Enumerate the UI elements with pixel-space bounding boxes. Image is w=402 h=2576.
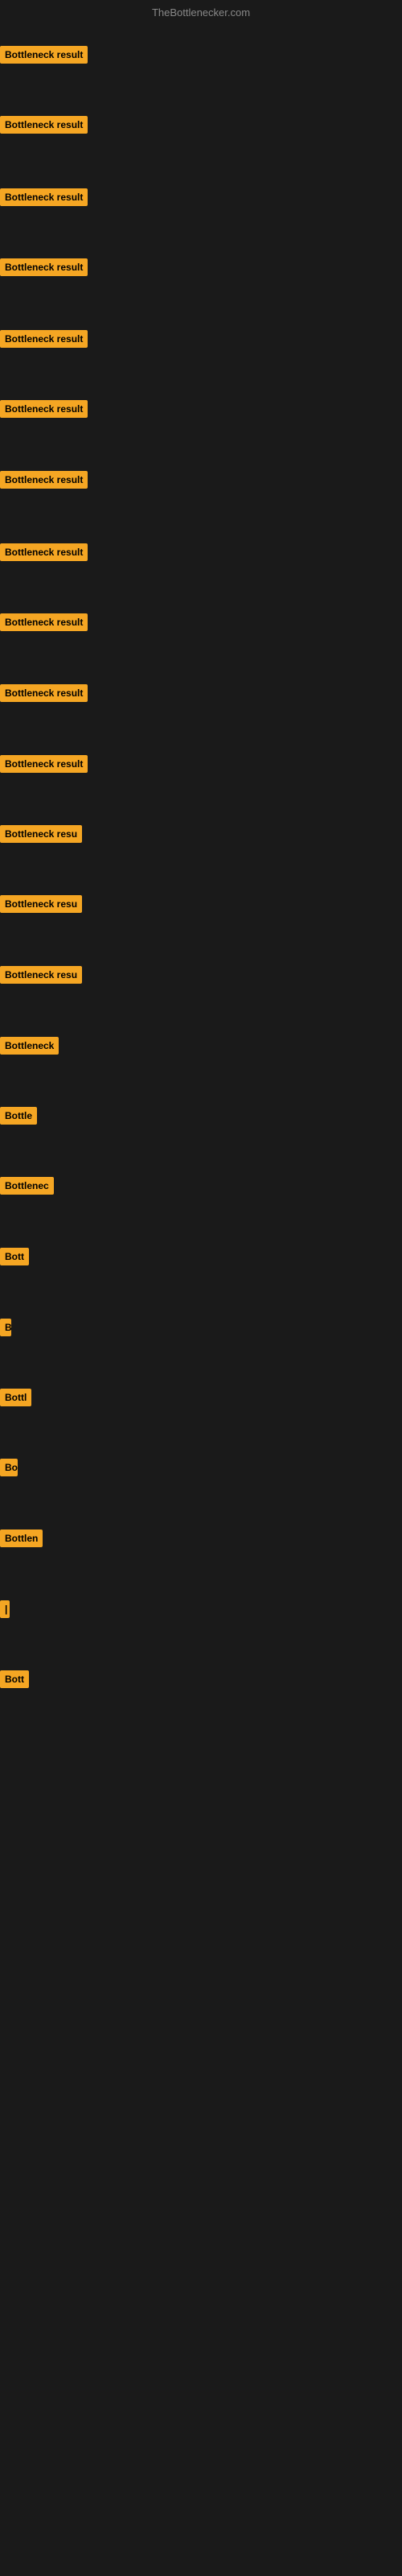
bottleneck-badge[interactable]: Bottleneck result xyxy=(0,46,88,64)
bottleneck-badge[interactable]: Bo xyxy=(0,1459,18,1476)
bottleneck-badge[interactable]: B xyxy=(0,1319,11,1336)
bottleneck-badge[interactable]: Bottleneck result xyxy=(0,755,88,773)
bottleneck-badge[interactable]: Bottleneck result xyxy=(0,400,88,418)
bottleneck-badge[interactable]: Bottleneck resu xyxy=(0,895,82,913)
bottleneck-badge[interactable]: Bottlen xyxy=(0,1530,43,1547)
bottleneck-badge[interactable]: Bottleneck result xyxy=(0,330,88,348)
bottleneck-badge[interactable]: Bottleneck result xyxy=(0,471,88,489)
bottleneck-badge[interactable]: Bottlenec xyxy=(0,1177,54,1195)
bottleneck-badge[interactable]: Bottleneck xyxy=(0,1037,59,1055)
bottleneck-badge[interactable]: Bottleneck result xyxy=(0,684,88,702)
bottleneck-badge[interactable]: Bottleneck resu xyxy=(0,966,82,984)
bottleneck-badge[interactable]: Bottleneck result xyxy=(0,258,88,276)
bottleneck-badge[interactable]: Bottleneck result xyxy=(0,188,88,206)
bottleneck-badge[interactable]: Bottl xyxy=(0,1389,31,1406)
bottleneck-badge[interactable]: Bottle xyxy=(0,1107,37,1125)
site-title: TheBottlenecker.com xyxy=(152,6,250,19)
bottleneck-badge[interactable]: Bottleneck result xyxy=(0,116,88,134)
bottleneck-badge[interactable]: Bott xyxy=(0,1248,29,1265)
bottleneck-badge[interactable]: Bottleneck result xyxy=(0,613,88,631)
bottleneck-badge[interactable]: Bott xyxy=(0,1670,29,1688)
bottleneck-badge[interactable]: Bottleneck result xyxy=(0,543,88,561)
bottleneck-badge[interactable]: | xyxy=(0,1600,10,1618)
bottleneck-badge[interactable]: Bottleneck resu xyxy=(0,825,82,843)
